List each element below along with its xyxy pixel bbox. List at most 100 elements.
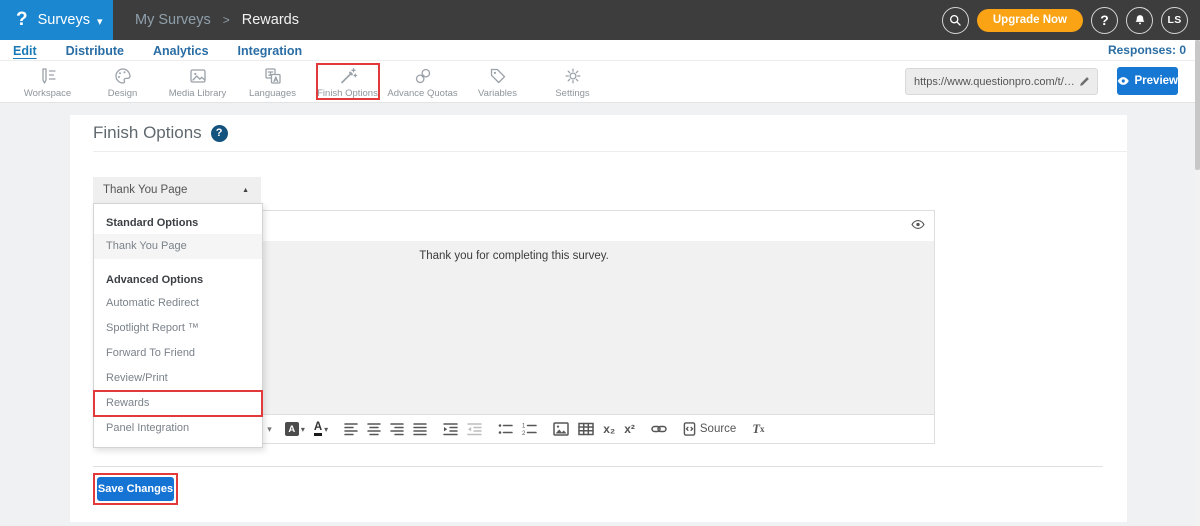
bulleted-list-icon [498, 422, 513, 436]
magic-wand-icon [338, 66, 358, 86]
decrease-indent-icon [467, 422, 482, 436]
svg-text:1: 1 [522, 424, 526, 430]
ribbon-item-finish-options[interactable]: Finish Options [310, 61, 385, 103]
align-center-icon [367, 422, 381, 436]
scrollbar-thumb[interactable] [1195, 40, 1200, 170]
breadcrumb-separator: > [223, 13, 230, 27]
menu-item-spotlight-report[interactable]: Spotlight Report ™ [94, 316, 262, 341]
menu-item-panel-integration[interactable]: Panel Integration [94, 416, 262, 441]
design-palette-icon [113, 66, 133, 86]
increase-indent-icon [443, 422, 458, 436]
menu-group-advanced: Advanced Options [94, 269, 262, 291]
bg-color-icon: A [285, 422, 299, 436]
increase-indent-button[interactable] [443, 422, 458, 436]
selected-option-label: Thank You Page [103, 184, 187, 196]
bulleted-list-button[interactable] [498, 422, 513, 436]
question-mark-icon: ? [216, 127, 223, 139]
align-left-icon [344, 422, 358, 436]
tab-integration[interactable]: Integration [238, 44, 303, 58]
text-color-button[interactable]: A ▾ [314, 422, 328, 436]
insert-image-button[interactable] [553, 422, 569, 436]
product-name: Surveys [38, 12, 90, 28]
eye-icon [911, 219, 925, 230]
page-background: Finish Options ? Thank You Page ▲ Thank [0, 103, 1200, 526]
breadcrumb-my-surveys[interactable]: My Surveys [135, 12, 211, 28]
chevron-down-icon: ▾ [97, 15, 103, 28]
link-icon [651, 423, 667, 435]
finish-option-select[interactable]: Thank You Page ▲ [93, 177, 261, 203]
decrease-indent-button[interactable] [467, 422, 482, 436]
menu-group-standard: Standard Options [94, 212, 262, 234]
top-header: ? Surveys ▾ My Surveys > Rewards Upgrade… [0, 0, 1200, 40]
bell-icon [1133, 13, 1147, 27]
upgrade-now-button[interactable]: Upgrade Now [977, 9, 1083, 32]
ribbon-item-media-library[interactable]: Media Library [160, 61, 235, 103]
questionpro-logo-icon: ? [16, 9, 28, 31]
insert-link-button[interactable] [651, 423, 667, 435]
survey-url-input[interactable] [914, 76, 1078, 88]
numbered-list-button[interactable]: 12 [522, 422, 537, 436]
align-left-button[interactable] [344, 422, 358, 436]
subscript-button[interactable]: x₂ [603, 422, 615, 436]
survey-nav: Edit Distribute Analytics Integration Re… [0, 40, 1200, 61]
align-justify-button[interactable] [413, 422, 427, 436]
caret-down-icon: ▾ [324, 425, 328, 434]
survey-url-field [905, 68, 1098, 95]
align-right-button[interactable] [390, 422, 404, 436]
product-switcher[interactable]: ? Surveys ▾ [0, 0, 113, 40]
edit-url-button[interactable] [1078, 75, 1091, 88]
eye-icon [1117, 76, 1130, 86]
caret-down-icon: ▾ [267, 424, 272, 435]
menu-item-thank-you-page[interactable]: Thank You Page [94, 234, 262, 259]
pencil-icon [1078, 75, 1091, 88]
tab-distribute[interactable]: Distribute [66, 44, 124, 58]
workspace-icon [38, 66, 58, 86]
save-changes-button[interactable]: Save Changes [97, 477, 174, 501]
insert-table-button[interactable] [578, 422, 594, 436]
breadcrumb: My Surveys > Rewards [135, 0, 299, 40]
finish-options-menu: Standard Options Thank You Page Advanced… [93, 203, 263, 448]
edit-ribbon: Workspace Design Media Library Languages… [0, 61, 1200, 103]
text-color-icon: A [314, 422, 322, 436]
caret-down-icon: ▾ [301, 425, 305, 434]
title-help-button[interactable]: ? [211, 125, 228, 142]
menu-group-gap [94, 259, 262, 269]
user-avatar[interactable]: LS [1161, 7, 1188, 34]
menu-item-automatic-redirect[interactable]: Automatic Redirect [94, 291, 262, 316]
page-title: Finish Options [93, 123, 202, 143]
background-color-button[interactable]: A ▾ [285, 422, 305, 436]
align-center-button[interactable] [367, 422, 381, 436]
view-source-button[interactable]: Source [683, 422, 736, 436]
responses-count: Responses: 0 [1108, 43, 1186, 57]
header-actions: Upgrade Now ? LS [942, 0, 1188, 40]
preview-button[interactable]: Preview [1117, 67, 1178, 95]
superscript-button[interactable]: x² [624, 422, 635, 436]
search-icon [948, 13, 962, 27]
breadcrumb-current-survey: Rewards [242, 12, 299, 28]
align-justify-icon [413, 422, 427, 436]
editor-preview-toggle[interactable] [911, 219, 925, 230]
tag-icon [488, 66, 508, 86]
source-document-icon [683, 422, 696, 436]
notifications-button[interactable] [1126, 7, 1153, 34]
collapse-arrow-icon: ▲ [242, 187, 249, 194]
search-button[interactable] [942, 7, 969, 34]
ribbon-item-workspace[interactable]: Workspace [10, 61, 85, 103]
menu-item-forward-to-friend[interactable]: Forward To Friend [94, 341, 262, 366]
finish-options-card: Finish Options ? Thank You Page ▲ Thank [70, 115, 1127, 522]
help-button[interactable]: ? [1091, 7, 1118, 34]
ribbon-item-languages[interactable]: Languages [235, 61, 310, 103]
question-mark-icon: ? [1100, 12, 1109, 28]
menu-item-rewards[interactable]: Rewards [94, 391, 262, 416]
ribbon-item-settings[interactable]: Settings [535, 61, 610, 103]
numbered-list-icon: 12 [522, 422, 537, 436]
ribbon-item-advance-quotas[interactable]: Advance Quotas [385, 61, 460, 103]
ribbon-item-variables[interactable]: Variables [460, 61, 535, 103]
svg-text:2: 2 [522, 431, 526, 436]
tab-analytics[interactable]: Analytics [153, 44, 209, 58]
image-icon [553, 422, 569, 436]
menu-item-review-print[interactable]: Review/Print [94, 366, 262, 391]
remove-format-button[interactable]: Tx [752, 422, 764, 437]
tab-edit[interactable]: Edit [13, 44, 37, 58]
ribbon-item-design[interactable]: Design [85, 61, 160, 103]
